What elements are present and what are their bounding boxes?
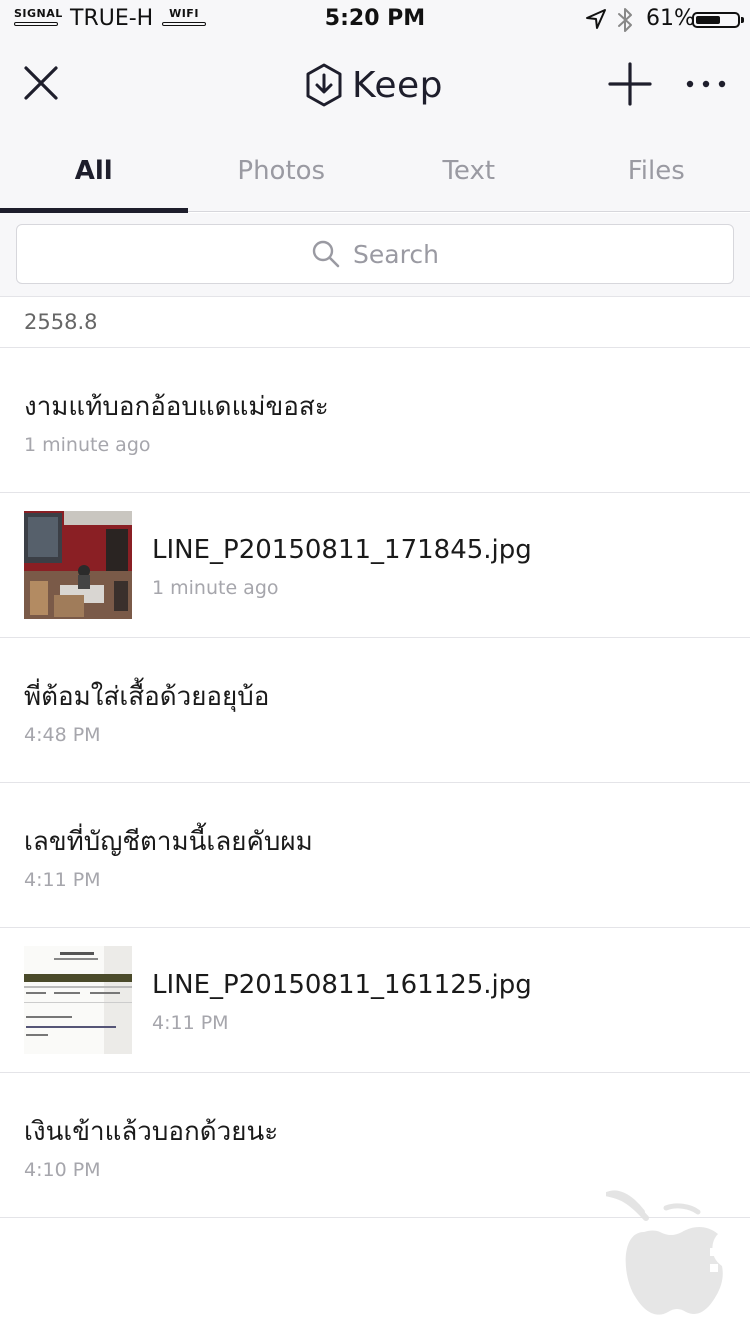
battery-level: [696, 16, 720, 24]
more-options-button[interactable]: [684, 68, 728, 100]
battery-icon: [692, 12, 744, 28]
item-title: เงินเข้าแล้วบอกด้วยนะ: [24, 1117, 279, 1147]
tab-photos[interactable]: Photos: [188, 140, 376, 212]
tab-text[interactable]: Text: [375, 140, 563, 212]
battery-tip: [741, 17, 744, 23]
app-header: Keep All Photos Text Files: [0, 40, 750, 213]
list-item-text[interactable]: เลขที่บัญชีตามนี้เลยคับผม 4:11 PM: [0, 783, 750, 928]
search-placeholder: Search: [353, 239, 439, 269]
item-timestamp: 1 minute ago: [152, 577, 279, 599]
location-arrow-icon: [586, 9, 606, 29]
tab-all[interactable]: All: [0, 140, 188, 213]
item-timestamp: 1 minute ago: [24, 434, 151, 456]
item-timestamp: 4:48 PM: [24, 724, 101, 746]
list-item-text[interactable]: งามแท้บอกอ้อบแดแม่ขอสะ 1 minute ago: [0, 348, 750, 493]
search-input[interactable]: Search: [16, 224, 734, 284]
section-header: 2558.8: [0, 298, 750, 348]
list-item-file[interactable]: LINE_P20150811_171845.jpg 1 minute ago: [0, 493, 750, 638]
item-timestamp: 4:11 PM: [24, 869, 101, 891]
add-button[interactable]: [608, 62, 652, 106]
item-title: พี่ต้อมใส่เสื้อด้วยอยุบ้อ: [24, 682, 270, 712]
app-title: Keep: [352, 64, 443, 106]
search-area: Search: [0, 213, 750, 297]
document-thumbnail: [24, 946, 132, 1054]
close-button[interactable]: [20, 62, 62, 104]
list-item-file[interactable]: LINE_P20150811_161125.jpg 4:11 PM: [0, 928, 750, 1073]
tab-files[interactable]: Files: [563, 140, 750, 212]
item-timestamp: 4:11 PM: [152, 1012, 229, 1034]
item-title: LINE_P20150811_161125.jpg: [152, 970, 532, 1000]
status-bar: SIGNAL TRUE-H WIFI 5:20 PM 61%: [0, 0, 750, 40]
search-icon: [312, 240, 340, 268]
keep-item-list: งามแท้บอกอ้อบแดแม่ขอสะ 1 minute ago LINE…: [0, 348, 750, 1218]
category-tabs: All Photos Text Files: [0, 140, 750, 213]
photo-thumbnail: [24, 511, 132, 619]
item-timestamp: 4:10 PM: [24, 1159, 101, 1181]
item-title: งามแท้บอกอ้อบแดแม่ขอสะ: [24, 392, 329, 422]
apple-watermark-logo: [606, 1190, 738, 1315]
keep-logo-icon: [306, 63, 342, 107]
item-title: เลขที่บัญชีตามนี้เลยคับผม: [24, 827, 313, 857]
list-item-text[interactable]: พี่ต้อมใส่เสื้อด้วยอยุบ้อ 4:48 PM: [0, 638, 750, 783]
bluetooth-icon: [618, 8, 632, 32]
item-title: LINE_P20150811_171845.jpg: [152, 535, 532, 565]
app-brand: Keep: [304, 60, 443, 110]
battery-percent: 61%: [646, 6, 695, 31]
status-time: 5:20 PM: [324, 6, 426, 31]
